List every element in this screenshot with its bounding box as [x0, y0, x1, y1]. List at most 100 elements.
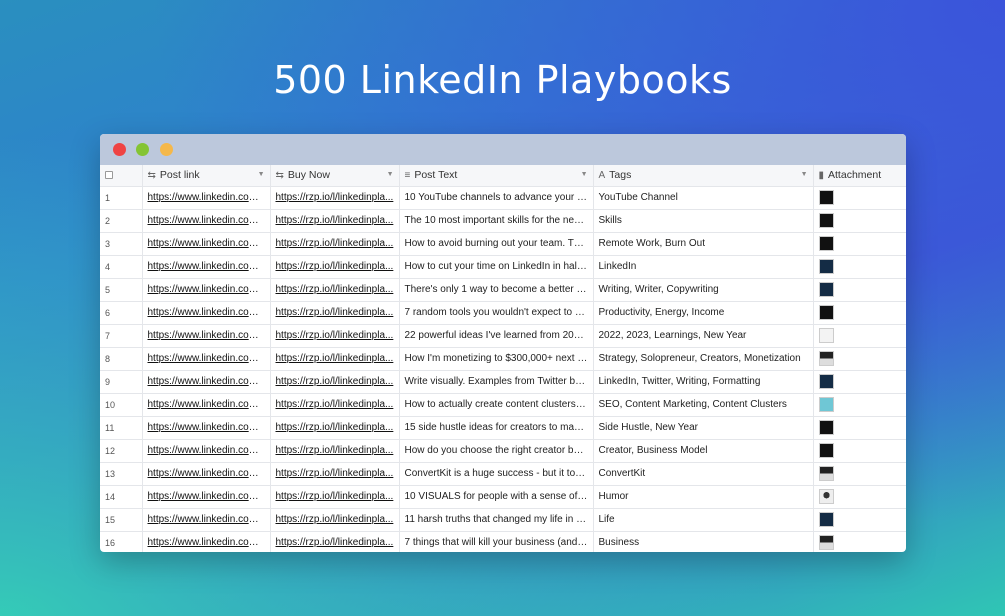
- buy-now-cell[interactable]: https://rzp.io/l/linkedinpla...: [270, 186, 400, 210]
- select-all-header[interactable]: [100, 165, 143, 187]
- post-link-cell[interactable]: https://www.linkedin.com/...: [142, 393, 271, 417]
- table-row[interactable]: 5 https://www.linkedin.com/... https://rzp…: [100, 278, 906, 302]
- tags-cell[interactable]: Productivity, Energy, Income: [593, 301, 814, 325]
- attachment-thumbnail[interactable]: [818, 351, 834, 366]
- attachment-cell[interactable]: [813, 508, 906, 532]
- post-text-cell[interactable]: How to cut your time on LinkedIn in half…: [399, 255, 594, 279]
- attachment-thumbnail[interactable]: [818, 213, 834, 228]
- post-text-cell[interactable]: Write visually. Examples from Twitter bu…: [399, 370, 594, 394]
- chevron-down-icon[interactable]: ▼: [258, 171, 265, 178]
- attachment-cell[interactable]: [813, 393, 906, 417]
- post-link-cell[interactable]: https://www.linkedin.com/...: [142, 508, 271, 532]
- post-link-cell[interactable]: https://www.linkedin.com/...: [142, 531, 271, 552]
- buy-now-cell[interactable]: https://rzp.io/l/linkedinpla...: [270, 232, 400, 256]
- tags-cell[interactable]: Remote Work, Burn Out: [593, 232, 814, 256]
- table-row[interactable]: 14 https://www.linkedin.com/... https://rz…: [100, 485, 906, 509]
- table-row[interactable]: 11 https://www.linkedin.com/... https://rz…: [100, 416, 906, 440]
- attachment-thumbnail[interactable]: [818, 236, 834, 251]
- table-row[interactable]: 9 https://www.linkedin.com/... https://rzp…: [100, 370, 906, 394]
- column-header-attachment[interactable]: ▮ Attachment: [813, 165, 906, 187]
- tags-cell[interactable]: Life: [593, 508, 814, 532]
- buy-now-cell[interactable]: https://rzp.io/l/linkedinpla...: [270, 462, 400, 486]
- tags-cell[interactable]: LinkedIn: [593, 255, 814, 279]
- table-row[interactable]: 6 https://www.linkedin.com/... https://rzp…: [100, 301, 906, 325]
- attachment-thumbnail[interactable]: [818, 305, 834, 320]
- attachment-cell[interactable]: [813, 370, 906, 394]
- buy-now-cell[interactable]: https://rzp.io/l/linkedinpla...: [270, 531, 400, 552]
- buy-now-cell[interactable]: https://rzp.io/l/linkedinpla...: [270, 485, 400, 509]
- attachment-cell[interactable]: [813, 186, 906, 210]
- attachment-thumbnail[interactable]: [818, 535, 834, 550]
- attachment-cell[interactable]: [813, 462, 906, 486]
- attachment-thumbnail[interactable]: [818, 489, 834, 504]
- attachment-cell[interactable]: [813, 485, 906, 509]
- maximize-window-button[interactable]: [136, 143, 149, 156]
- buy-now-cell[interactable]: https://rzp.io/l/linkedinpla...: [270, 278, 400, 302]
- post-text-cell[interactable]: How do you choose the right creator bus.…: [399, 439, 594, 463]
- buy-now-cell[interactable]: https://rzp.io/l/linkedinpla...: [270, 347, 400, 371]
- attachment-thumbnail[interactable]: [818, 328, 834, 343]
- select-all-checkbox[interactable]: [105, 171, 113, 180]
- tags-cell[interactable]: Humor: [593, 485, 814, 509]
- post-link-cell[interactable]: https://www.linkedin.com/...: [142, 485, 271, 509]
- table-row[interactable]: 16 https://www.linkedin.com/... https://rz…: [100, 531, 906, 552]
- post-link-cell[interactable]: https://www.linkedin.com/...: [142, 255, 271, 279]
- post-link-cell[interactable]: https://www.linkedin.com/...: [142, 232, 271, 256]
- tags-cell[interactable]: Skills: [593, 209, 814, 233]
- post-link-cell[interactable]: https://www.linkedin.com/...: [142, 278, 271, 302]
- table-row[interactable]: 7 https://www.linkedin.com/... https://rzp…: [100, 324, 906, 348]
- close-window-button[interactable]: [113, 143, 126, 156]
- post-text-cell[interactable]: 10 YouTube channels to advance your le..…: [399, 186, 594, 210]
- table-row[interactable]: 2 https://www.linkedin.com/... https://rzp…: [100, 209, 906, 233]
- attachment-thumbnail[interactable]: [818, 259, 834, 274]
- attachment-cell[interactable]: [813, 439, 906, 463]
- tags-cell[interactable]: Creator, Business Model: [593, 439, 814, 463]
- post-text-cell[interactable]: How to avoid burning out your team. The.…: [399, 232, 594, 256]
- post-text-cell[interactable]: 11 harsh truths that changed my life in …: [399, 508, 594, 532]
- post-text-cell[interactable]: ConvertKit is a huge success - but it to…: [399, 462, 594, 486]
- attachment-cell[interactable]: [813, 416, 906, 440]
- attachment-thumbnail[interactable]: [818, 466, 834, 481]
- post-text-cell[interactable]: 10 VISUALS for people with a sense of h.…: [399, 485, 594, 509]
- column-header-buy-now[interactable]: ⇆ Buy Now ▼: [270, 165, 400, 187]
- post-link-cell[interactable]: https://www.linkedin.com/...: [142, 324, 271, 348]
- tags-cell[interactable]: Business: [593, 531, 814, 552]
- post-link-cell[interactable]: https://www.linkedin.com/...: [142, 370, 271, 394]
- post-text-cell[interactable]: How to actually create content clusters …: [399, 393, 594, 417]
- post-text-cell[interactable]: There's only 1 way to become a better w.…: [399, 278, 594, 302]
- buy-now-cell[interactable]: https://rzp.io/l/linkedinpla...: [270, 416, 400, 440]
- attachment-cell[interactable]: [813, 209, 906, 233]
- minimize-window-button[interactable]: [160, 143, 173, 156]
- column-header-post-text[interactable]: ≡ Post Text ▼: [399, 165, 594, 187]
- post-text-cell[interactable]: 7 things that will kill your business (a…: [399, 531, 594, 552]
- attachment-thumbnail[interactable]: [818, 190, 834, 205]
- chevron-down-icon[interactable]: ▼: [581, 171, 588, 178]
- tags-cell[interactable]: Side Hustle, New Year: [593, 416, 814, 440]
- attachment-cell[interactable]: [813, 531, 906, 552]
- attachment-thumbnail[interactable]: [818, 512, 834, 527]
- post-text-cell[interactable]: 15 side hustle ideas for creators to mak…: [399, 416, 594, 440]
- column-header-post-link[interactable]: ⇆ Post link ▼: [142, 165, 271, 187]
- table-row[interactable]: 13 https://www.linkedin.com/... https://rz…: [100, 462, 906, 486]
- attachment-cell[interactable]: [813, 278, 906, 302]
- post-text-cell[interactable]: How I'm monetizing to $300,000+ next y..…: [399, 347, 594, 371]
- table-row[interactable]: 10 https://www.linkedin.com/... https://rz…: [100, 393, 906, 417]
- tags-cell[interactable]: ConvertKit: [593, 462, 814, 486]
- table-row[interactable]: 15 https://www.linkedin.com/... https://rz…: [100, 508, 906, 532]
- attachment-thumbnail[interactable]: [818, 443, 834, 458]
- table-row[interactable]: 8 https://www.linkedin.com/... https://rzp…: [100, 347, 906, 371]
- table-row[interactable]: 1 https://www.linkedin.com/... https://rzp…: [100, 186, 906, 210]
- attachment-thumbnail[interactable]: [818, 374, 834, 389]
- tags-cell[interactable]: 2022, 2023, Learnings, New Year: [593, 324, 814, 348]
- attachment-cell[interactable]: [813, 255, 906, 279]
- tags-cell[interactable]: Writing, Writer, Copywriting: [593, 278, 814, 302]
- post-text-cell[interactable]: 7 random tools you wouldn't expect to b.…: [399, 301, 594, 325]
- tags-cell[interactable]: SEO, Content Marketing, Content Clusters: [593, 393, 814, 417]
- attachment-thumbnail[interactable]: [818, 397, 834, 412]
- attachment-cell[interactable]: [813, 347, 906, 371]
- post-link-cell[interactable]: https://www.linkedin.com/...: [142, 347, 271, 371]
- buy-now-cell[interactable]: https://rzp.io/l/linkedinpla...: [270, 508, 400, 532]
- buy-now-cell[interactable]: https://rzp.io/l/linkedinpla...: [270, 393, 400, 417]
- table-row[interactable]: 3 https://www.linkedin.com/... https://rzp…: [100, 232, 906, 256]
- post-link-cell[interactable]: https://www.linkedin.com/...: [142, 301, 271, 325]
